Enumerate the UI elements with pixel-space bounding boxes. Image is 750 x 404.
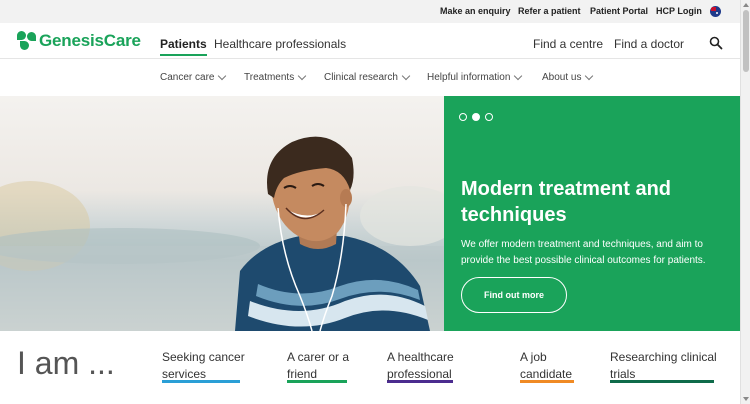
chevron-down-icon [401,71,411,81]
subnav-label: Clinical research [324,72,398,83]
subnav-treatments[interactable]: Treatments [244,71,307,83]
subnav-about-us[interactable]: About us [542,71,594,83]
carousel-dot[interactable] [459,113,467,121]
tab-patients[interactable]: Patients [160,37,207,56]
main-header: GenesisCare Patients Healthcare professi… [0,23,740,59]
audience-link-seeking-cancer-services[interactable]: Seeking cancer services [162,349,245,383]
audience-link-line: Seeking cancer [162,350,245,364]
search-icon[interactable] [709,36,723,50]
scroll-thumb[interactable] [743,10,749,72]
audience-link-line: A carer or a [287,350,350,364]
audience-link-job-candidate[interactable]: A job candidate [520,349,574,383]
scroll-up-arrow-icon[interactable] [743,3,749,7]
scroll-down-arrow-icon[interactable] [743,397,749,401]
chevron-down-icon [585,71,594,81]
audience-link-line: professional [387,367,452,381]
audience-selector: I am ... Seeking cancer services A carer… [0,331,740,404]
carousel-dots [459,113,493,121]
logo-mark-icon [17,31,37,51]
carousel-dot-active[interactable] [472,113,480,121]
patient-portal-link[interactable]: Patient Portal [590,6,648,16]
find-centre-link[interactable]: Find a centre [533,37,603,51]
audience-link-line: services [162,367,207,381]
genesiscare-logo[interactable]: GenesisCare [17,28,141,54]
audience-link-line: friend [287,367,318,381]
audience-link-line: A healthcare [387,350,454,364]
audience-link-line: trials [610,367,636,381]
hero-banner: Modern treatment and techniques We offer… [0,96,740,331]
tab-healthcare-professionals[interactable]: Healthcare professionals [214,37,346,51]
make-enquiry-link[interactable]: Make an enquiry [440,6,511,16]
chevron-down-icon [218,71,227,81]
find-doctor-link[interactable]: Find a doctor [614,37,684,51]
subnav-label: Helpful information [427,72,511,83]
hero-description: We offer modern treatment and techniques… [461,239,706,266]
logo-text: GenesisCare [39,31,141,50]
refer-patient-link[interactable]: Refer a patient [518,6,581,16]
audience-link-researching-clinical-trials[interactable]: Researching clinical trials [610,349,717,383]
audience-link-healthcare-professional[interactable]: A healthcare professional [387,349,454,383]
chevron-down-icon [514,71,523,81]
subnav-label: About us [542,72,582,83]
hero-photo [0,96,444,331]
subnav-clinical-research[interactable]: Clinical research [324,71,411,83]
subnav-helpful-information[interactable]: Helpful information [427,71,523,83]
country-flag-icon[interactable] [710,6,721,17]
utility-bar: Make an enquiry Refer a patient Patient … [0,0,740,23]
carousel-dot[interactable] [485,113,493,121]
hero-title: Modern treatment and techniques [461,178,672,226]
audience-link-line: candidate [520,367,573,381]
subnav-label: Cancer care [160,72,215,83]
hero-content-panel: Modern treatment and techniques We offer… [444,96,740,331]
audience-link-line: Researching clinical [610,350,717,364]
subnav-cancer-care[interactable]: Cancer care [160,71,227,83]
hcp-login-link[interactable]: HCP Login [656,6,702,16]
audience-link-line: A job [520,350,547,364]
chevron-down-icon [297,71,307,81]
find-out-more-button[interactable]: Find out more [461,277,567,313]
audience-link-carer-or-friend[interactable]: A carer or a friend [287,349,349,383]
subnav-label: Treatments [244,72,295,83]
iam-heading: I am ... [17,345,115,381]
page-scrollbar[interactable] [740,0,750,404]
secondary-nav: Cancer care Treatments Clinical research… [0,60,740,96]
